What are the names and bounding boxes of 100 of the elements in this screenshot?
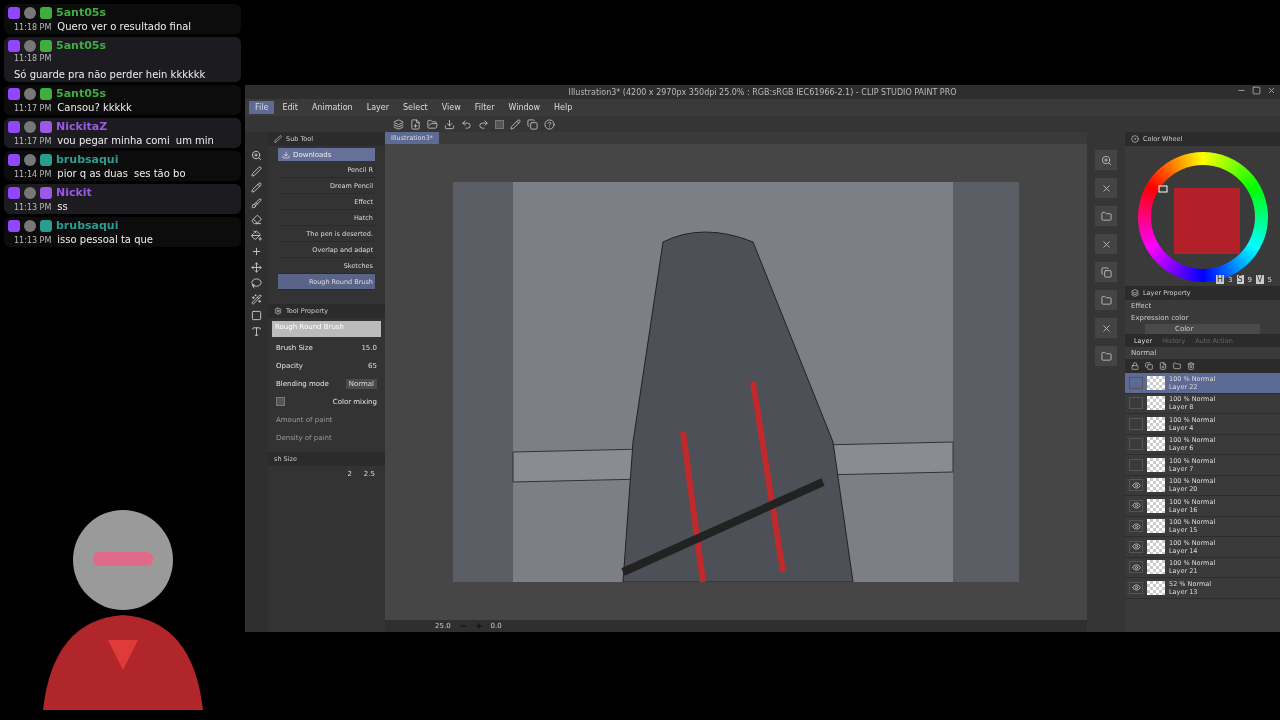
download-icon[interactable]: [444, 118, 455, 130]
chat-text: um min: [175, 135, 214, 146]
visibility-toggle[interactable]: [1129, 417, 1143, 430]
layer-thumbnail: [1147, 539, 1165, 554]
panel-button[interactable]: [1095, 262, 1117, 282]
chat-time: 11:17 PM: [14, 137, 52, 146]
layer-thumbnail: [1147, 416, 1165, 431]
panel-icon: [1100, 294, 1112, 306]
move-icon[interactable]: [251, 262, 262, 273]
wheel-tab-icon[interactable]: [1131, 135, 1139, 143]
visibility-toggle[interactable]: [1129, 499, 1143, 512]
chat-text: Cansou? kkkkk: [57, 102, 132, 113]
layers-icon[interactable]: [1131, 289, 1139, 297]
chat-text: ses tão bo: [133, 168, 186, 179]
user-badge: [40, 219, 52, 232]
user-avatar: [24, 87, 36, 100]
user-badge: [40, 39, 52, 52]
delete-icon[interactable]: [1187, 362, 1195, 370]
fill-icon[interactable]: [251, 230, 262, 241]
panel-button[interactable]: [1095, 346, 1117, 366]
menu-item[interactable]: Help: [548, 101, 579, 114]
visibility-toggle[interactable]: [1129, 458, 1143, 471]
user-avatar: [24, 219, 36, 232]
redo-icon[interactable]: [478, 118, 489, 130]
undo-icon[interactable]: [461, 118, 472, 130]
eraser-icon[interactable]: [251, 214, 262, 225]
layer-thumbnail: [1147, 580, 1165, 595]
wand-icon[interactable]: [251, 294, 262, 305]
menu-item[interactable]: Window: [502, 101, 547, 114]
layers-icon[interactable]: [393, 118, 404, 130]
visibility-toggle[interactable]: [1129, 438, 1143, 451]
panel-button[interactable]: [1095, 178, 1117, 198]
pen-icon[interactable]: [274, 135, 282, 143]
download-icon[interactable]: [282, 150, 290, 159]
close-icon[interactable]: [1267, 86, 1276, 95]
zoom-icon[interactable]: [251, 150, 262, 161]
user-badge: [40, 186, 52, 199]
new-layer-icon[interactable]: [1159, 362, 1167, 370]
help-icon[interactable]: [544, 118, 555, 130]
menu-item[interactable]: View: [435, 101, 467, 114]
copy-icon[interactable]: [1145, 362, 1153, 370]
visibility-toggle[interactable]: [1129, 540, 1143, 553]
folder-icon[interactable]: [427, 118, 438, 130]
layer-thumbnail: [1147, 498, 1165, 513]
platform-badge: [8, 153, 20, 166]
visibility-toggle[interactable]: [1129, 479, 1143, 492]
chat-username: 5ant05s: [56, 87, 107, 100]
platform-badge: [8, 120, 20, 133]
panel-button[interactable]: [1095, 318, 1117, 338]
user-avatar: [24, 120, 36, 133]
visibility-toggle[interactable]: [1129, 581, 1143, 594]
plus-icon[interactable]: [251, 246, 262, 257]
chat-text: vou pegar minha comi: [57, 135, 170, 146]
checkbox[interactable]: [276, 397, 285, 406]
lasso-icon[interactable]: [251, 278, 262, 289]
menu-item[interactable]: Animation: [305, 101, 359, 114]
square-icon[interactable]: [251, 310, 262, 321]
chat-time: 11:13 PM: [14, 203, 52, 212]
menu-item[interactable]: Filter: [468, 101, 501, 114]
menu-item[interactable]: Edit: [276, 101, 304, 114]
panel-button[interactable]: [1095, 290, 1117, 310]
layer-thumbnail: [1147, 437, 1165, 452]
chat-time: 11:18 PM: [14, 54, 52, 63]
chat-text: ss: [57, 201, 68, 212]
chat-username: Nickit: [56, 186, 92, 199]
text-tool-icon[interactable]: [251, 326, 262, 337]
user-avatar: [24, 39, 36, 52]
panel-button[interactable]: [1095, 234, 1117, 254]
user-badge: [40, 87, 52, 100]
brush-icon[interactable]: [251, 198, 262, 209]
pen-icon[interactable]: [251, 166, 262, 177]
menu-item[interactable]: File: [249, 101, 275, 114]
folder-icon[interactable]: [1173, 362, 1181, 370]
user-badge: [40, 120, 52, 133]
chat-username: brubsaqui: [56, 219, 119, 232]
visibility-toggle[interactable]: [1129, 397, 1143, 410]
chat-text: Quero ver o resultado final: [57, 21, 192, 32]
panel-button[interactable]: [1095, 206, 1117, 226]
visibility-toggle[interactable]: [1129, 520, 1143, 533]
chat-username: 5ant05s: [56, 6, 107, 19]
copy-icon[interactable]: [527, 118, 538, 130]
platform-badge: [8, 186, 20, 199]
panel-icon: [1100, 210, 1112, 222]
chat-text: Só guarde pra não perder hein kkkkkk: [14, 69, 206, 80]
visibility-toggle[interactable]: [1129, 561, 1143, 574]
visibility-toggle[interactable]: [1129, 376, 1143, 389]
menu-item[interactable]: Select: [397, 101, 434, 114]
settings-icon[interactable]: [274, 307, 282, 315]
menu-item[interactable]: Layer: [360, 101, 395, 114]
user-avatar: [24, 186, 36, 199]
pencil-icon[interactable]: [510, 118, 521, 130]
layer-thumbnail: [1147, 478, 1165, 493]
new-file-icon[interactable]: [410, 118, 421, 130]
pencil-icon[interactable]: [251, 182, 262, 193]
chat-username: NickitaZ: [56, 120, 108, 133]
chat-username: brubsaqui: [56, 153, 119, 166]
lock-icon[interactable]: [1131, 362, 1139, 370]
panel-button[interactable]: [1095, 150, 1117, 170]
maximize-icon[interactable]: [1252, 86, 1261, 95]
window-title: Illustration3* (4200 x 2970px 350dpi 25.0% : RGB:sRGB IEC61966-2.1) - CLIP STUDIO PAINT PRO: [568, 87, 957, 97]
